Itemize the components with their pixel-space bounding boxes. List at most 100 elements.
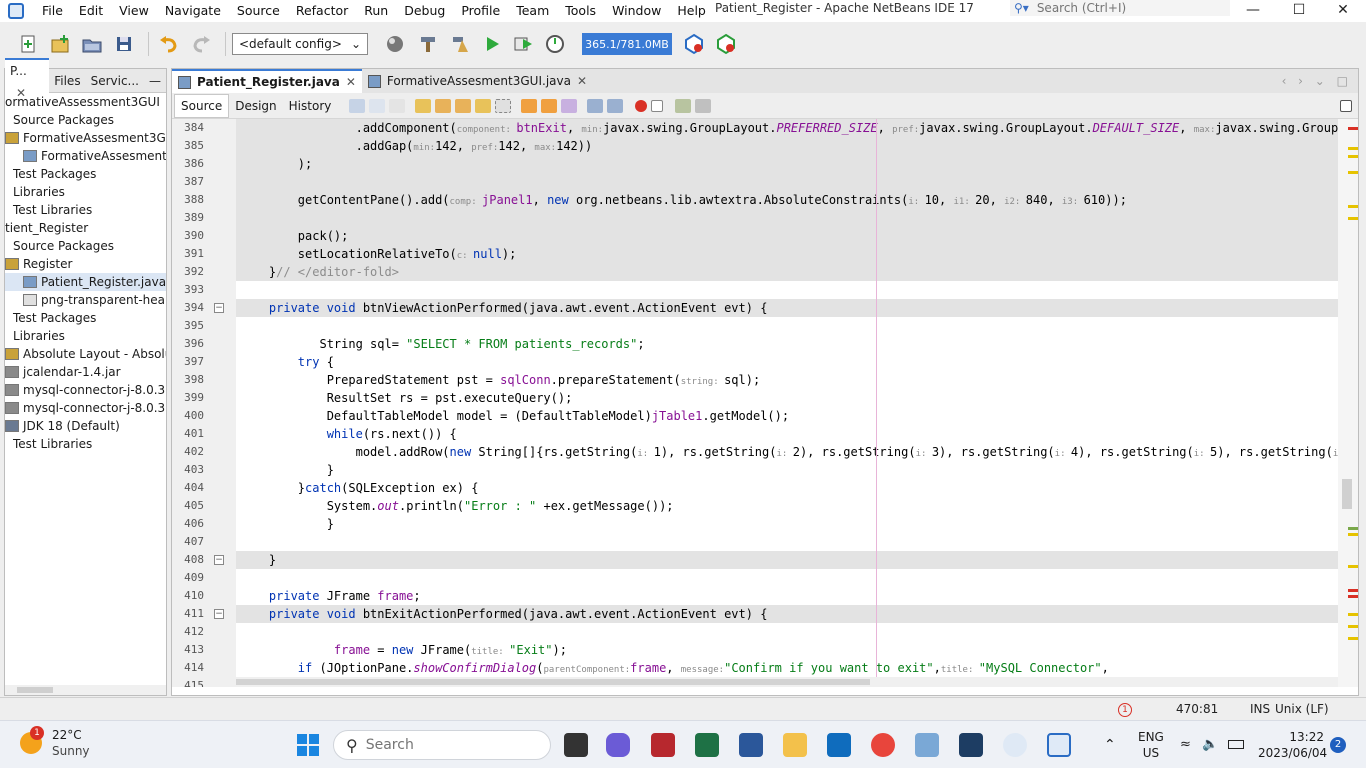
line-number[interactable]: 402 (172, 443, 236, 461)
insert-mode[interactable]: INS (1250, 698, 1270, 720)
menu-window[interactable]: Window (604, 0, 669, 22)
tree-item[interactable]: Patient_Register.java (5, 273, 166, 291)
split-editor-icon[interactable] (1340, 99, 1352, 112)
menu-view[interactable]: View (111, 0, 157, 22)
profile-button[interactable] (542, 31, 570, 57)
warning-marker[interactable] (1348, 147, 1358, 150)
redo-button[interactable] (187, 31, 215, 57)
minimize-panel-button[interactable]: — (144, 69, 166, 93)
run-button[interactable] (478, 31, 506, 57)
code-line[interactable] (236, 281, 1338, 299)
access-icon[interactable] (651, 733, 675, 757)
code-viewport[interactable]: 384 385 386 387 388 389 390 391 392 393 394−395 396… (172, 119, 1358, 687)
save-all-button[interactable] (110, 31, 138, 57)
editor-tab[interactable]: FormativeAssesment3GUI.java ✕ (362, 69, 593, 93)
tree-item[interactable]: jcalendar-1.4.jar (5, 363, 166, 381)
tab-services[interactable]: Servic... (86, 69, 144, 93)
app-icon[interactable] (1003, 733, 1027, 757)
new-project-button[interactable] (46, 31, 74, 57)
warning-marker[interactable] (1348, 155, 1358, 158)
line-endings[interactable]: Unix (LF) (1275, 698, 1329, 720)
code-line[interactable]: .addGap(min:142, pref:142, max:142)) (236, 137, 1338, 155)
line-number[interactable]: 397 (172, 353, 236, 371)
tab-source[interactable]: Source (174, 93, 230, 118)
tree-item[interactable]: tient_Register (5, 219, 166, 237)
menu-debug[interactable]: Debug (396, 0, 453, 22)
line-number[interactable]: 413 (172, 641, 236, 659)
line-number[interactable]: 399 (172, 389, 236, 407)
stop-macro-icon[interactable] (651, 99, 664, 112)
tree-item[interactable]: png-transparent-healt (5, 291, 166, 309)
line-number[interactable]: 394 (172, 299, 236, 317)
line-number[interactable]: 391 (172, 245, 236, 263)
start-macro-icon[interactable] (635, 99, 648, 112)
last-edit-icon[interactable] (349, 98, 366, 113)
code-line[interactable]: getContentPane().add(comp: jPanel1, new … (236, 191, 1338, 209)
tree-item[interactable]: Register (5, 255, 166, 273)
line-number[interactable]: 396 (172, 335, 236, 353)
editor-horizontal-scrollbar[interactable] (236, 677, 1338, 687)
fold-toggle-icon[interactable]: − (214, 303, 224, 313)
code-line[interactable]: model.addRow(new String[]{rs.getString(i… (236, 443, 1338, 461)
code-text[interactable]: .addComponent(component: btnExit, min:ja… (236, 119, 1338, 687)
line-number[interactable]: 405 (172, 497, 236, 515)
error-marker[interactable] (1348, 595, 1358, 598)
tree-item[interactable]: FormativeAssesment3GUI (5, 147, 166, 165)
editor-vertical-scrollbar[interactable] (1338, 119, 1358, 687)
code-line[interactable]: DefaultTableModel model = (DefaultTableM… (236, 407, 1338, 425)
shift-left-icon[interactable] (587, 98, 604, 113)
mysql-workbench-icon[interactable] (959, 733, 983, 757)
chevron-up-icon[interactable]: ⌃ (1104, 737, 1116, 753)
weather-widget[interactable]: 1 22°C Sunny (20, 726, 90, 759)
line-number[interactable]: 393 (172, 281, 236, 299)
tree-item[interactable]: Source Packages (5, 111, 166, 129)
editor-tab[interactable]: Patient_Register.java ✕ (172, 69, 362, 93)
fold-toggle-icon[interactable]: − (214, 609, 224, 619)
file-explorer-icon[interactable] (783, 733, 807, 757)
code-line[interactable]: pack(); (236, 227, 1338, 245)
code-line[interactable]: }catch(SQLException ex) { (236, 479, 1338, 497)
menu-profile[interactable]: Profile (453, 0, 508, 22)
chrome-icon[interactable] (871, 733, 895, 757)
close-window-button[interactable]: ✕ (1320, 0, 1366, 20)
line-number[interactable]: 400 (172, 407, 236, 425)
warning-marker[interactable] (1348, 565, 1358, 568)
code-line[interactable]: while(rs.next()) { (236, 425, 1338, 443)
minimize-button[interactable]: — (1230, 0, 1276, 20)
error-marker[interactable] (1348, 127, 1358, 130)
tree-item[interactable]: Source Packages (5, 237, 166, 255)
line-number[interactable]: 407 (172, 533, 236, 551)
find-previous-icon[interactable] (435, 98, 452, 113)
profile-ide-button[interactable] (712, 31, 740, 57)
toggle-bookmark-icon[interactable] (561, 98, 578, 113)
system-clock[interactable]: 13:22 2023/06/04 (1258, 729, 1327, 761)
browser-button[interactable] (382, 31, 410, 57)
line-number[interactable]: 392 (172, 263, 236, 281)
code-line[interactable]: } (236, 551, 1338, 569)
scroll-thumb[interactable] (17, 687, 53, 693)
line-number[interactable]: 401 (172, 425, 236, 443)
find-next-icon[interactable] (455, 98, 472, 113)
code-line[interactable]: setLocationRelativeTo(c: null); (236, 245, 1338, 263)
tree-item[interactable]: mysql-connector-j-8.0.33. (5, 399, 166, 417)
code-line[interactable]: private void btnViewActionPerformed(java… (236, 299, 1338, 317)
battery-icon[interactable] (1228, 740, 1244, 749)
maximize-button[interactable]: ☐ (1276, 0, 1322, 20)
notifications-indicator[interactable]: 1 (1118, 698, 1132, 720)
code-line[interactable]: String sql= "SELECT * FROM patients_reco… (236, 335, 1338, 353)
undo-button[interactable] (155, 31, 183, 57)
shift-right-icon[interactable] (607, 98, 624, 113)
previous-bookmark-icon[interactable] (521, 98, 538, 113)
line-number[interactable]: 410 (172, 587, 236, 605)
code-line[interactable]: .addComponent(component: btnExit, min:ja… (236, 119, 1338, 137)
code-line[interactable]: private JFrame frame; (236, 587, 1338, 605)
code-line[interactable]: if (JOptionPane.showConfirmDialog(parent… (236, 659, 1338, 677)
teams-icon[interactable] (606, 733, 630, 757)
open-project-button[interactable] (78, 31, 106, 57)
tree-item[interactable]: ormativeAssessment3GUI (5, 93, 166, 111)
code-line[interactable] (236, 569, 1338, 587)
line-number[interactable]: 409 (172, 569, 236, 587)
code-line[interactable]: ); (236, 155, 1338, 173)
line-number[interactable]: 384 (172, 119, 236, 137)
tree-item[interactable]: Absolute Layout - Absolut (5, 345, 166, 363)
